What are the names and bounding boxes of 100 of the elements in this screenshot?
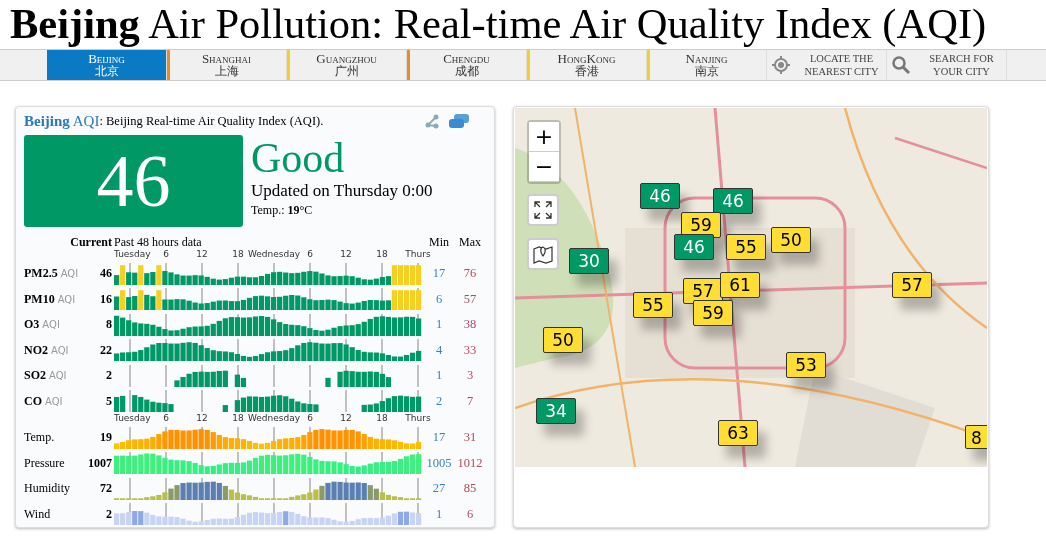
max-value: 1012	[457, 455, 483, 471]
row-label: SO2	[24, 368, 46, 384]
zoom-out-button[interactable]: −	[529, 152, 559, 182]
station-marker[interactable]: 61	[720, 272, 760, 298]
row-label: PM2.5	[24, 266, 58, 282]
current-value: 22	[100, 342, 112, 358]
unit-label: AQI	[60, 268, 79, 280]
min-value: 17	[432, 430, 446, 446]
city-tab[interactable]: Beijing 北京	[47, 50, 167, 80]
station-marker[interactable]: 30	[569, 248, 609, 274]
chat-bubbles-icon[interactable]	[448, 113, 470, 129]
row-label: Temp.	[24, 430, 55, 446]
city-tab[interactable]: Guangzhou 广州	[287, 50, 407, 80]
station-marker[interactable]: 55	[726, 234, 766, 260]
row-label: Humidity	[24, 481, 70, 497]
unit-label: AQI	[49, 370, 67, 382]
station-marker[interactable]: 34	[536, 398, 576, 424]
current-value: 5	[106, 393, 112, 409]
axis-label: Tuesday	[114, 249, 151, 260]
station-marker[interactable]: 50	[771, 227, 811, 253]
current-value: 16	[100, 291, 112, 307]
current-value: 2	[106, 506, 112, 522]
min-value: 1	[435, 506, 443, 522]
axis-label: Thurs	[405, 249, 431, 260]
current-value: 46	[100, 266, 112, 282]
current-value: 2	[106, 368, 112, 384]
max-value: 3	[466, 368, 474, 384]
station-marker[interactable]: 46	[674, 234, 714, 260]
max-value: 6	[466, 506, 474, 522]
axis-label: 18	[232, 413, 244, 424]
column-header: Min	[429, 235, 449, 250]
temperature: Temp.: 19°C	[251, 202, 314, 219]
min-value: 1	[435, 368, 443, 384]
axis-label: Thurs	[405, 413, 431, 424]
page-title: Beijing Air Pollution: Real-time Air Quality Index (AQI)	[9, 0, 988, 49]
axis-label: 6	[307, 249, 313, 260]
axis-label: Tuesday	[114, 413, 151, 424]
max-value: 7	[466, 393, 474, 409]
unit-label: AQI	[51, 344, 69, 356]
axis-label: 6	[163, 249, 169, 260]
row-label: NO2	[24, 342, 48, 358]
axis-label: 12	[196, 249, 208, 260]
column-header: Max	[459, 235, 481, 250]
unit-label: AQI	[42, 319, 60, 331]
max-value: 33	[463, 342, 477, 358]
axis-label: 6	[163, 413, 169, 424]
city-tab[interactable]: HongKong 香港	[527, 50, 647, 80]
station-marker[interactable]: 63	[718, 420, 758, 446]
row-label: Wind	[24, 506, 51, 522]
max-value: 85	[463, 481, 477, 497]
aqi-value-box: 46	[24, 135, 243, 227]
max-value: 57	[463, 291, 477, 307]
min-value: 17	[432, 266, 446, 282]
axis-label: 18	[376, 249, 388, 260]
aqi-level: Good	[251, 135, 346, 181]
column-header: Past 48 hours data	[114, 235, 203, 250]
fullscreen-icon	[533, 200, 553, 220]
max-value: 76	[463, 266, 477, 282]
station-marker[interactable]: 57	[892, 272, 932, 298]
current-value: 19	[100, 430, 112, 446]
unit-label: AQI	[57, 293, 76, 305]
max-value: 31	[463, 430, 477, 446]
column-header: Current	[70, 235, 112, 250]
station-marker[interactable]: 46	[713, 188, 753, 214]
current-value: 8	[106, 317, 112, 333]
axis-label: 12	[340, 413, 352, 424]
axis-label: 18	[376, 413, 388, 424]
axis-label: 18	[232, 249, 244, 260]
min-value: 6	[435, 291, 443, 307]
station-marker[interactable]: 46	[640, 183, 680, 209]
min-value: 1	[435, 317, 443, 333]
station-marker[interactable]: 59	[693, 300, 733, 326]
unit-label: AQI	[45, 395, 63, 407]
min-value: 27	[432, 481, 446, 497]
current-value: 1007	[88, 455, 112, 471]
row-label: CO	[24, 393, 42, 409]
update-time: Updated on Thursday 0:00	[251, 181, 433, 201]
map-pin-button[interactable]	[527, 238, 559, 270]
zoom-in-button[interactable]: +	[529, 122, 559, 152]
crosshair-icon	[771, 55, 791, 75]
city-tab[interactable]: Nanjing 南京	[647, 50, 767, 80]
station-marker[interactable]: 50	[543, 327, 583, 353]
row-label: Pressure	[24, 455, 65, 471]
min-value: 4	[435, 342, 443, 358]
fullscreen-button[interactable]	[527, 194, 559, 226]
axis-label: 12	[340, 249, 352, 260]
station-marker[interactable]: 53	[786, 352, 826, 378]
map-pin-icon	[532, 243, 554, 265]
axis-label: Wednesday	[247, 249, 301, 260]
card-subtitle: : Beijing Real-time Air Quality Index (AQI).	[99, 113, 324, 128]
city-tab[interactable]: Shanghai 上海	[167, 50, 287, 80]
city-tab[interactable]: Chengdu 成都	[407, 50, 527, 80]
station-marker[interactable]: 55	[633, 292, 673, 318]
axis-label: Wednesday	[247, 413, 301, 424]
search-icon	[891, 55, 911, 75]
max-value: 38	[463, 317, 477, 333]
station-marker[interactable]: 8	[965, 425, 987, 449]
min-value: 1005	[426, 455, 452, 471]
current-value: 72	[100, 481, 112, 497]
axis-label: 12	[196, 413, 208, 424]
